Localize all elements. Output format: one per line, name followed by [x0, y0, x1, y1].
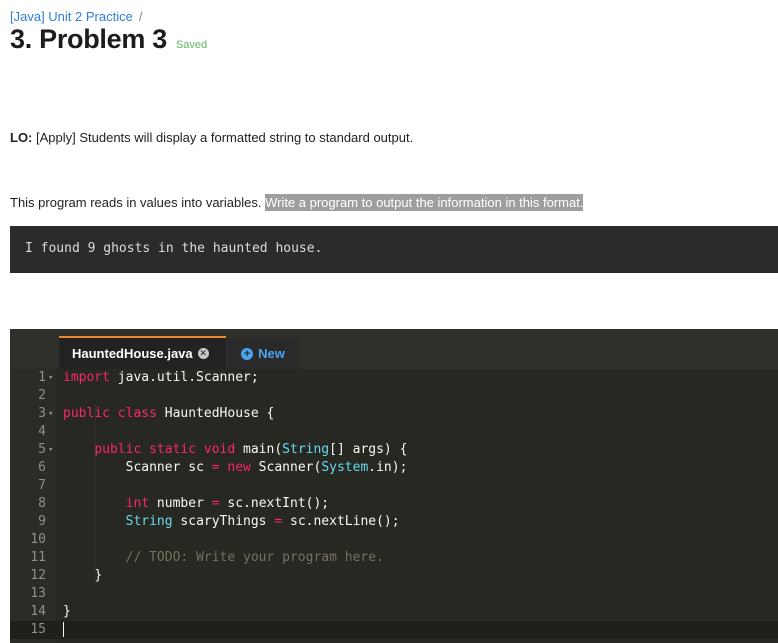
- code-line: 11 // TODO: Write your program here.: [10, 549, 778, 567]
- line-number: 7: [38, 478, 46, 493]
- line-number: 6: [38, 460, 46, 475]
- code-editor: HauntedHouse.java ✕ + New 1 ▾ import jav…: [10, 329, 778, 643]
- line-number: 3: [38, 406, 46, 421]
- code-token: public static: [94, 442, 197, 457]
- code-token: number: [149, 496, 212, 511]
- code-token: HauntedHouse {: [156, 406, 275, 421]
- learning-objective: LO: [Apply] Students will display a form…: [10, 130, 413, 145]
- line-number: 15: [30, 622, 46, 637]
- code-token: new: [227, 460, 251, 475]
- line-number: 13: [30, 586, 46, 601]
- breadcrumb-link[interactable]: [Java] Unit 2 Practice: [10, 9, 133, 24]
- code-token: System: [321, 460, 369, 475]
- code-comment: // TODO: Write your program here.: [125, 550, 384, 565]
- expected-output-box: I found 9 ghosts in the haunted house.: [10, 226, 778, 273]
- code-line: 5 ▾ public static void main(String[] arg…: [10, 441, 778, 459]
- line-number: 8: [38, 496, 46, 511]
- code-token: =: [274, 514, 283, 529]
- line-number: 11: [30, 550, 46, 565]
- code-token: }: [63, 604, 71, 619]
- code-token: [] args) {: [329, 442, 408, 457]
- line-number: 4: [38, 424, 46, 439]
- expected-output-text: I found 9 ghosts in the haunted house.: [25, 241, 323, 256]
- line-number: 1: [38, 370, 46, 385]
- code-line: 12 }: [10, 567, 778, 585]
- code-token: import: [63, 370, 110, 385]
- code-token: int: [125, 496, 150, 511]
- lo-label: LO:: [10, 130, 33, 145]
- breadcrumb: [Java] Unit 2 Practice /: [10, 9, 142, 24]
- code-token: String: [125, 514, 173, 529]
- breadcrumb-separator: /: [138, 9, 143, 24]
- lo-text: [Apply] Students will display a formatte…: [32, 130, 414, 145]
- line-number: 5: [38, 442, 46, 457]
- code-line: 14 }: [10, 603, 778, 621]
- code-token: sc.nextLine();: [282, 514, 400, 529]
- new-file-button[interactable]: + New: [227, 338, 299, 369]
- editor-tabbar: HauntedHouse.java ✕ + New: [10, 329, 778, 369]
- fold-arrow-icon[interactable]: ▾: [48, 369, 53, 387]
- code-token: scaryThings: [172, 514, 275, 529]
- code-token: =: [211, 460, 220, 475]
- code-token: Scanner sc: [125, 460, 212, 475]
- code-token: =: [211, 496, 220, 511]
- code-token: .in);: [368, 460, 408, 475]
- description-highlighted: Write a program to output the informatio…: [265, 194, 584, 211]
- problem-description: This program reads in values into variab…: [10, 194, 584, 211]
- code-line: 2: [10, 387, 778, 405]
- line-number: 9: [38, 514, 46, 529]
- page-title: 3. Problem 3: [10, 24, 167, 54]
- code-area[interactable]: 1 ▾ import java.util.Scanner; 2 3 ▾ publ…: [10, 369, 778, 643]
- code-line: 8 int number = sc.nextInt();: [10, 495, 778, 513]
- text-cursor: [63, 622, 64, 637]
- description-text: This program reads in values into variab…: [10, 195, 266, 210]
- code-token: main(: [235, 442, 283, 457]
- code-line: 7: [10, 477, 778, 495]
- code-line: 9 String scaryThings = sc.nextLine();: [10, 513, 778, 531]
- code-token: sc.nextInt();: [219, 496, 330, 511]
- new-button-label: New: [258, 346, 285, 361]
- code-line: 6 Scanner sc = new Scanner(System.in);: [10, 459, 778, 477]
- code-token: Scanner(: [250, 460, 322, 475]
- code-token: public class: [63, 406, 157, 421]
- line-number: 2: [38, 388, 46, 403]
- plus-circle-icon: +: [241, 347, 254, 360]
- fold-arrow-icon[interactable]: ▾: [48, 405, 53, 423]
- code-line-active: 15: [10, 621, 778, 639]
- code-token: java.util.Scanner;: [109, 370, 259, 385]
- saved-status: Saved: [175, 39, 208, 51]
- file-tab-label: HauntedHouse.java: [72, 346, 193, 361]
- page-header: 3. Problem 3 Saved: [10, 24, 207, 55]
- line-number: 12: [30, 568, 46, 583]
- code-line: 1 ▾ import java.util.Scanner;: [10, 369, 778, 387]
- fold-arrow-icon[interactable]: ▾: [48, 441, 53, 459]
- code-token: void: [203, 442, 236, 457]
- code-line: 10: [10, 531, 778, 549]
- file-tab-hauntedhouse[interactable]: HauntedHouse.java ✕: [59, 336, 226, 369]
- code-line: 3 ▾ public class HauntedHouse {: [10, 405, 778, 423]
- close-icon[interactable]: ✕: [197, 348, 209, 359]
- code-token: String: [282, 442, 330, 457]
- code-token: }: [94, 568, 103, 583]
- code-line: 13: [10, 585, 778, 603]
- line-number: 14: [30, 604, 46, 619]
- line-number: 10: [30, 532, 46, 547]
- code-line: 4: [10, 423, 778, 441]
